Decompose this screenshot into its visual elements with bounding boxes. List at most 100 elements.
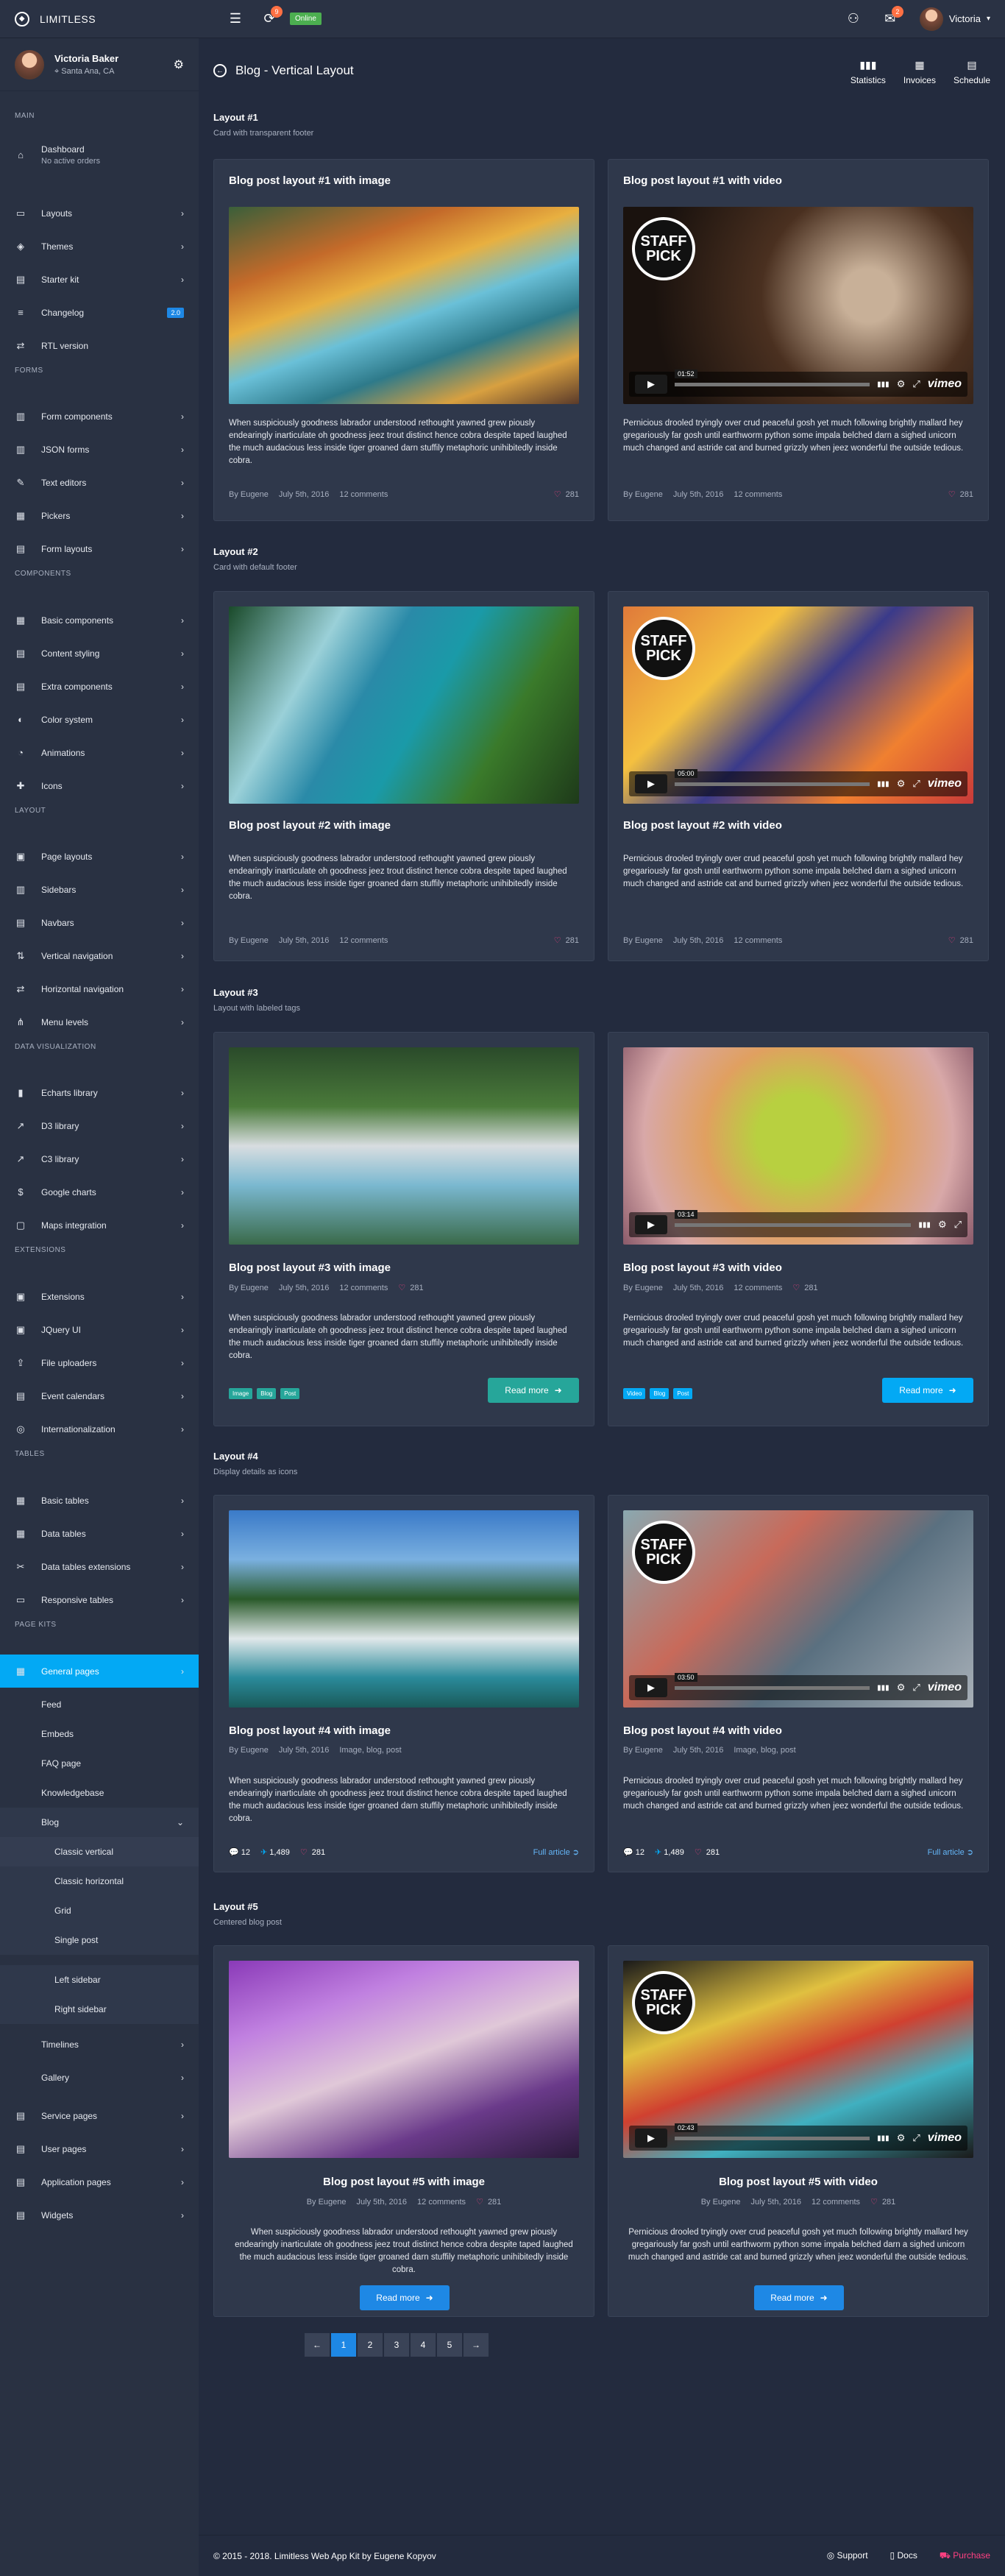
sidebar-item[interactable]: ◎ Internationalization › — [0, 1412, 199, 1446]
sidebar-item[interactable]: ▤ Extra components › — [0, 670, 199, 703]
purchase-link[interactable]: ⛟ Purchase — [940, 2550, 990, 2562]
people-icon[interactable]: ⚇ — [839, 4, 868, 34]
sidebar-item[interactable]: ▤ Navbars › — [0, 906, 199, 939]
gear-icon[interactable]: ⚙ — [897, 378, 906, 390]
volume-icon[interactable]: ▮▮▮ — [877, 2134, 889, 2142]
menu-toggle-icon[interactable]: ☰ — [221, 4, 250, 34]
page-button[interactable]: 3 — [384, 2333, 409, 2357]
post-title[interactable]: Blog post layout #1 with video — [623, 174, 782, 187]
sidebar-item[interactable]: ◔ Animations › — [0, 736, 199, 769]
play-icon[interactable]: ▶ — [635, 1678, 667, 1697]
tag-label[interactable]: Blog — [650, 1388, 670, 1399]
avatar[interactable] — [15, 49, 44, 79]
sidebar-item[interactable]: ▥ Form components › — [0, 400, 199, 433]
sidebar-item[interactable]: ⇄ RTL version — [0, 329, 199, 362]
sidebar-item[interactable]: Single post — [0, 1925, 199, 1955]
post-image[interactable] — [229, 1510, 579, 1708]
back-arrow-icon[interactable]: ← — [213, 64, 227, 77]
comments-stat[interactable]: 💬 12 — [623, 1847, 644, 1857]
sidebar-item[interactable]: Right sidebar — [0, 1995, 199, 2024]
video-player[interactable]: ▶ 03:14 ▮▮▮ ⚙ ⤢ — [623, 1047, 973, 1245]
post-likes[interactable]: ♡ 281 — [476, 2197, 501, 2207]
post-likes[interactable]: ♡ 281 — [398, 1283, 423, 1292]
volume-icon[interactable]: ▮▮▮ — [877, 381, 889, 389]
gear-icon[interactable]: ⚙ — [897, 778, 906, 790]
sidebar-item[interactable]: ▤ Widgets › — [0, 2198, 199, 2232]
post-title[interactable]: Blog post layout #5 with video — [623, 2176, 973, 2188]
post-comments[interactable]: 12 comments — [339, 490, 388, 499]
sidebar-item[interactable]: ⇄ Horizontal navigation › — [0, 972, 199, 1005]
page-button[interactable]: 2 — [358, 2333, 383, 2357]
sidebar-item[interactable]: ✂ Data tables extensions › — [0, 1550, 199, 1583]
sidebar-item[interactable]: ▦ Basic tables › — [0, 1484, 199, 1517]
gear-icon[interactable]: ⚙ — [174, 57, 184, 72]
play-icon[interactable]: ▶ — [635, 774, 667, 793]
invoices-button[interactable]: ▦ Invoices — [903, 59, 936, 85]
sidebar-item[interactable]: ▮ Echarts library › — [0, 1076, 199, 1109]
post-title[interactable]: Blog post layout #3 with video — [623, 1262, 782, 1274]
sidebar-item[interactable]: Gallery › — [0, 2063, 199, 2092]
volume-icon[interactable]: ▮▮▮ — [877, 1684, 889, 1692]
sidebar-item[interactable]: ▤ Service pages › — [0, 2099, 199, 2132]
page-button[interactable]: 5 — [437, 2333, 462, 2357]
post-categories[interactable]: Image, blog, post — [734, 1746, 795, 1755]
post-comments[interactable]: 12 comments — [339, 936, 388, 945]
video-progress[interactable]: 05:00 — [675, 768, 870, 786]
sidebar-item[interactable]: ⇪ File uploaders › — [0, 1346, 199, 1379]
video-progress[interactable]: 02:43 — [675, 2123, 870, 2140]
post-image[interactable] — [229, 207, 579, 404]
post-title[interactable]: Blog post layout #2 with image — [229, 819, 391, 832]
schedule-button[interactable]: ▤ Schedule — [953, 59, 990, 85]
post-likes[interactable]: ♡ 281 — [554, 935, 579, 945]
sidebar-item[interactable]: Feed — [0, 1690, 199, 1719]
chat-icon[interactable]: ✉ 2 — [876, 4, 905, 34]
sidebar-item[interactable]: ▭ Responsive tables › — [0, 1583, 199, 1616]
post-image[interactable] — [229, 606, 579, 804]
full-article-link[interactable]: Full article ➲ — [928, 1847, 973, 1857]
fullscreen-icon[interactable]: ⤢ — [912, 778, 920, 790]
statistics-button[interactable]: ▮▮▮ Statistics — [850, 59, 886, 85]
post-title[interactable]: Blog post layout #5 with image — [229, 2176, 579, 2188]
next-page-button[interactable]: → — [464, 2333, 489, 2357]
post-likes[interactable]: ♡ 281 — [554, 489, 579, 499]
tag-label[interactable]: Blog — [257, 1388, 277, 1399]
user-menu[interactable]: Victoria ▾ — [919, 7, 990, 31]
likes-stat[interactable]: ♡ 281 — [695, 1847, 720, 1857]
post-comments[interactable]: 12 comments — [339, 1284, 388, 1292]
post-comments[interactable]: 12 comments — [734, 490, 782, 499]
post-title[interactable]: Blog post layout #4 with video — [623, 1724, 782, 1737]
tag-label[interactable]: Video — [623, 1388, 646, 1399]
play-icon[interactable]: ▶ — [635, 2129, 667, 2148]
post-image[interactable] — [229, 1961, 579, 2158]
post-title[interactable]: Blog post layout #3 with image — [229, 1262, 391, 1274]
video-progress[interactable]: 03:50 — [675, 1672, 870, 1690]
post-likes[interactable]: ♡ 281 — [792, 1283, 817, 1292]
sidebar-item[interactable]: ▥ JSON forms › — [0, 433, 199, 466]
post-likes[interactable]: ♡ 281 — [870, 2197, 895, 2207]
comments-stat[interactable]: 💬 12 — [229, 1847, 250, 1857]
volume-icon[interactable]: ▮▮▮ — [918, 1221, 931, 1229]
post-likes[interactable]: ♡ 281 — [948, 935, 973, 945]
post-author[interactable]: By Eugene — [229, 1284, 269, 1292]
sidebar-item[interactable]: FAQ page — [0, 1749, 199, 1778]
post-image[interactable] — [229, 1047, 579, 1245]
sidebar-item[interactable]: $ Google charts › — [0, 1175, 199, 1209]
page-button[interactable]: 1 — [331, 2333, 356, 2357]
read-more-button[interactable]: Read more ➜ — [754, 2285, 844, 2310]
sidebar-item[interactable]: Classic vertical — [0, 1837, 199, 1866]
tag-label[interactable]: Post — [673, 1388, 693, 1399]
sidebar-item[interactable]: Embeds — [0, 1719, 199, 1749]
gear-icon[interactable]: ⚙ — [897, 1682, 906, 1694]
sidebar-item[interactable]: ≡ Changelog 2.0 — [0, 296, 199, 329]
sidebar-item[interactable]: ▭ Layouts › — [0, 197, 199, 230]
post-categories[interactable]: Image, blog, post — [339, 1746, 401, 1755]
fullscreen-icon[interactable]: ⤢ — [912, 2132, 920, 2144]
docs-link[interactable]: ▯ Docs — [890, 2550, 917, 2562]
post-likes[interactable]: ♡ 281 — [948, 489, 973, 499]
volume-icon[interactable]: ▮▮▮ — [877, 780, 889, 788]
sidebar-item[interactable]: ◈ Themes › — [0, 230, 199, 263]
gear-icon[interactable]: ⚙ — [938, 1219, 947, 1231]
sidebar-item[interactable]: ▣ JQuery UI › — [0, 1313, 199, 1346]
sidebar-item[interactable]: ✚ Icons › — [0, 769, 199, 802]
sidebar-item[interactable]: ✎ Text editors › — [0, 466, 199, 499]
